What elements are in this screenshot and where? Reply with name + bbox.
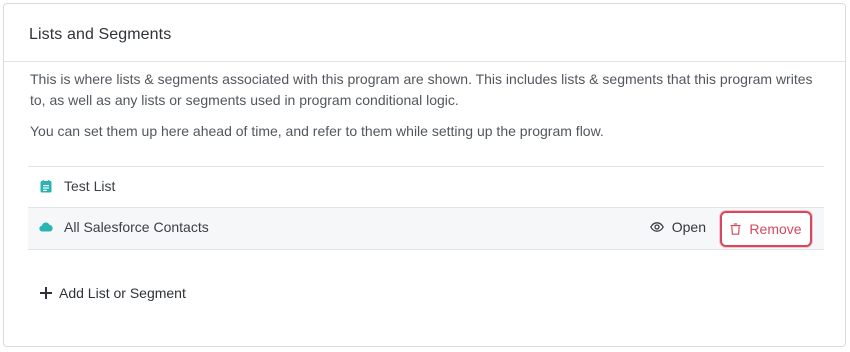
description-text: This is where lists & segments associate… [30,71,813,108]
open-button-label: Open [671,219,706,235]
header-divider [4,61,845,62]
list-icon [39,179,53,193]
panel-title: Lists and Segments [29,26,172,43]
trash-icon [730,223,742,236]
cloud-icon [39,220,53,234]
open-button[interactable]: Open [649,219,706,235]
add-list-or-segment-button[interactable]: Add List or Segment [40,285,186,301]
remove-button[interactable]: Remove [720,211,812,247]
eye-icon [649,221,665,233]
remove-button-label: Remove [749,221,802,237]
list-item-label: All Salesforce Contacts [64,219,209,235]
description-text-secondary: You can set them up here ahead of time, … [30,123,604,139]
add-button-label: Add List or Segment [59,285,186,301]
list-item-selected[interactable]: All Salesforce Contacts Open Remove [28,208,824,250]
list-item[interactable]: Test List [28,167,824,208]
lists-and-segments-panel: Lists and Segments This is where lists &… [3,3,846,347]
list-item-label: Test List [64,178,116,194]
plus-icon [40,287,52,299]
segments-list: Test List All Salesforce Contacts Open R… [28,166,824,250]
